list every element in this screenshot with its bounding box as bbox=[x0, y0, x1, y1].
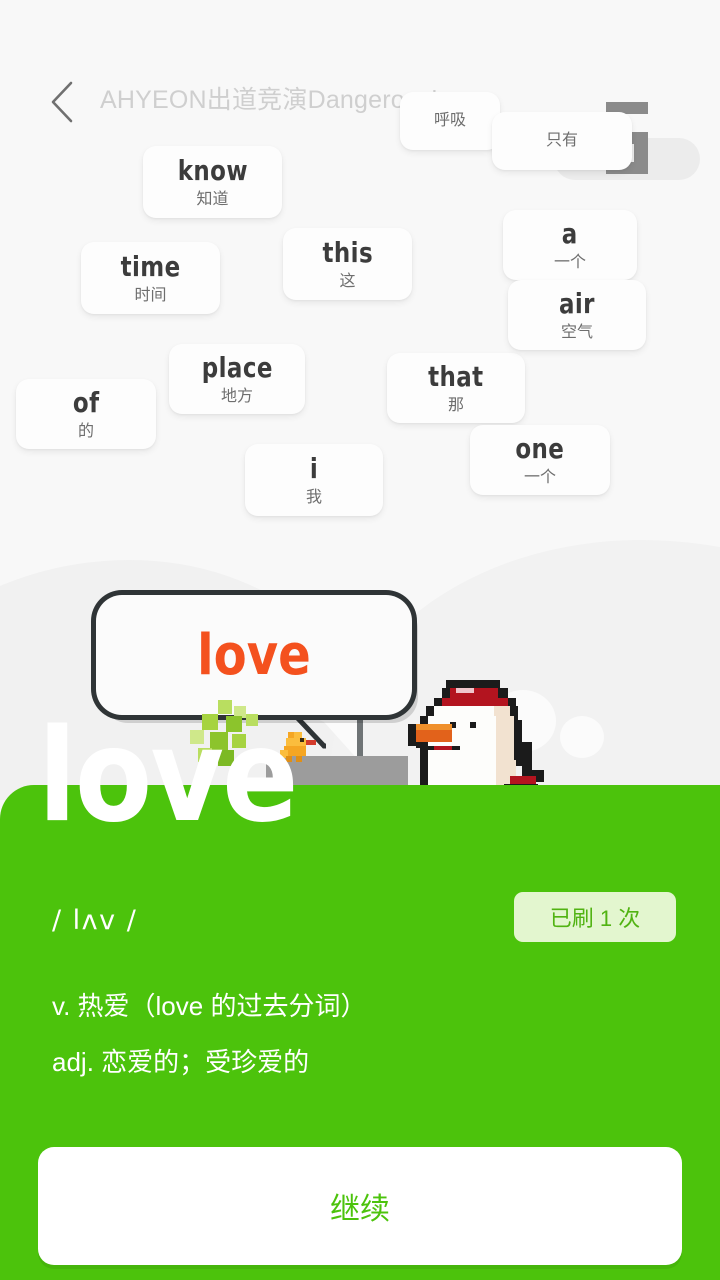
word-card-chinese: 一个 bbox=[523, 468, 556, 486]
word-card-chinese: 这 bbox=[339, 272, 356, 290]
continue-button[interactable]: 继续 bbox=[38, 1147, 682, 1265]
word-card-english: know bbox=[177, 153, 248, 187]
word-card[interactable]: 只有 bbox=[492, 112, 632, 170]
word-card-english: air bbox=[559, 286, 595, 320]
word-card[interactable]: know 知道 bbox=[143, 146, 282, 218]
word-card[interactable]: air 空气 bbox=[508, 280, 646, 350]
word-card-english: a bbox=[562, 216, 578, 250]
word-card-english: that bbox=[428, 359, 484, 393]
phonetic-text: / lʌv / bbox=[52, 905, 138, 936]
review-count-badge: 已刷 1 次 bbox=[514, 892, 676, 942]
word-card[interactable]: time 时间 bbox=[81, 242, 220, 314]
definition-line: v. 热爱（love 的过去分词） bbox=[52, 991, 367, 1021]
word-card[interactable]: this 这 bbox=[283, 228, 412, 300]
word-card-layer: know 知道 time 时间 this 这 place 地方 of 的 i 我 that 那 a 一个 air… bbox=[0, 0, 720, 540]
word-card[interactable]: place 地方 bbox=[169, 344, 305, 414]
word-card-chinese: 时间 bbox=[134, 286, 167, 304]
word-card-chinese: 那 bbox=[447, 396, 464, 414]
word-card-chinese: 知道 bbox=[196, 190, 229, 208]
word-card-chinese: 一个 bbox=[553, 253, 586, 271]
word-card-chinese: 地方 bbox=[220, 387, 253, 405]
word-card-chinese: 的 bbox=[77, 422, 94, 440]
word-card-chinese: 呼吸 bbox=[433, 112, 466, 129]
spoken-word: love bbox=[197, 622, 311, 688]
word-card-english: one bbox=[515, 431, 565, 465]
word-card[interactable]: that 那 bbox=[387, 353, 525, 423]
word-card[interactable]: a 一个 bbox=[503, 210, 637, 280]
speech-bubble: love bbox=[96, 595, 412, 715]
word-card[interactable]: 呼吸 bbox=[400, 92, 500, 150]
word-card-english: place bbox=[201, 350, 273, 384]
word-card-english: this bbox=[322, 235, 373, 269]
word-card-english: time bbox=[120, 249, 181, 283]
word-card-english: i bbox=[309, 451, 319, 485]
word-card-english: of bbox=[72, 385, 100, 419]
definition-list: v. 热爱（love 的过去分词） adj. 恋爱的；受珍爱的 bbox=[52, 993, 672, 1105]
word-card-chinese: 只有 bbox=[545, 132, 578, 149]
word-card[interactable]: i我 bbox=[245, 444, 383, 516]
headword: love bbox=[38, 702, 299, 851]
app-root: AHYEON出道竞演Dangerously know 知道 time 时间 this 这 p… bbox=[0, 0, 720, 1280]
word-card[interactable]: one 一个 bbox=[470, 425, 610, 495]
word-card-chinese: 空气 bbox=[560, 323, 593, 341]
word-card[interactable]: of 的 bbox=[16, 379, 156, 449]
word-card-chinese: 我 bbox=[305, 488, 322, 506]
definition-line: adj. 恋爱的；受珍爱的 bbox=[52, 1047, 310, 1077]
word-detail-panel: love / lʌv / 已刷 1 次 v. 热爱（love 的过去分词） adj… bbox=[0, 713, 720, 1280]
